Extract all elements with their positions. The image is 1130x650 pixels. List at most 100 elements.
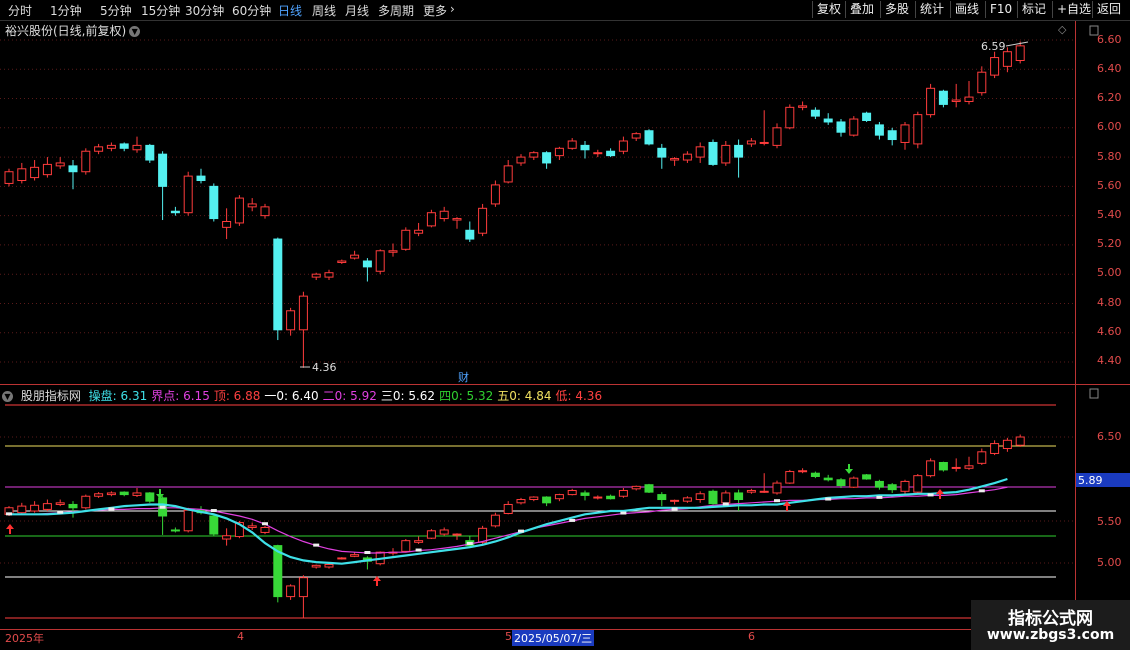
date-month-5: 5 [505, 630, 512, 643]
boundary-marker [364, 551, 371, 555]
buy-arrow-icon [936, 489, 944, 499]
candle-body [657, 147, 667, 158]
candle-body [746, 140, 756, 145]
ind-candle-body [298, 577, 308, 598]
candle-body [158, 153, 168, 187]
ind-candle-body [862, 474, 872, 480]
ind-candle-body [721, 492, 731, 504]
candle-body [465, 229, 475, 240]
ind-candle-body [324, 564, 334, 568]
indicator-name[interactable]: 股朋指标网 [21, 389, 81, 403]
boundary-marker [210, 509, 217, 513]
date-month-6: 6 [748, 630, 755, 643]
candle-body [362, 260, 372, 268]
boundary-marker [620, 511, 627, 515]
boundary-marker [518, 529, 524, 533]
ind-candle-body [30, 504, 40, 512]
price-tick: 4.60 [1097, 325, 1122, 338]
candle-body [247, 203, 257, 208]
candle-body [311, 273, 321, 278]
ind-candle-body [132, 492, 142, 496]
kline-chart[interactable]: 6.59 4.36 财 ◇ 5.89 [0, 0, 1130, 650]
ind-candle-body [209, 515, 219, 535]
finance-marker[interactable]: 财 [458, 370, 469, 384]
date-year: 2025年 [5, 632, 44, 645]
candle-body [273, 238, 283, 331]
candle-body [734, 144, 744, 158]
indicator-toggle-icon[interactable] [1089, 388, 1099, 399]
buy-arrow-icon [6, 524, 14, 534]
ind-candle-body [529, 496, 539, 501]
candle-body [1002, 51, 1012, 67]
candle-body [452, 218, 462, 221]
ind-candle-body [350, 554, 360, 557]
indicator-field: 低: 4.36 [555, 389, 603, 403]
price-tick: 6.00 [1097, 120, 1122, 133]
boundary-marker [313, 543, 320, 547]
boundary-marker [159, 505, 166, 509]
indicator-tick: 5.50 [1097, 515, 1122, 528]
price-tick: 6.20 [1097, 91, 1122, 104]
ind-candle-body [631, 485, 641, 490]
candle-body [17, 168, 27, 182]
watermark-url: www.zbgs3.com [986, 627, 1115, 643]
candle-body [4, 171, 14, 184]
candle-body [350, 254, 360, 259]
ind-candle-body [516, 499, 526, 504]
ind-candle-body [183, 509, 193, 532]
boundary-marker [415, 548, 422, 552]
candle-body [567, 140, 577, 149]
ind-candle-body [670, 499, 680, 502]
candle-body [337, 260, 347, 263]
ind-candle-body [772, 482, 782, 494]
ind-candle-body [106, 492, 116, 496]
boundary-marker [927, 493, 934, 497]
ind-candle-body [887, 484, 897, 491]
ind-candle-body [439, 529, 449, 535]
ind-candle-body [823, 477, 833, 481]
ind-candle-body [490, 514, 500, 527]
candle-body [810, 109, 820, 117]
sell-arrow-icon [845, 464, 853, 474]
ind-candle-body [951, 466, 961, 469]
candle-body [81, 150, 91, 173]
ind-candle-body [426, 530, 436, 539]
candle-body [554, 147, 564, 157]
candle-body [132, 144, 142, 151]
indicator-field: 顶: 6.88 [213, 389, 261, 403]
ind-candle-body [94, 493, 104, 497]
ind-candle-body [874, 480, 884, 488]
candle-body [900, 124, 910, 143]
ind-candle-body [286, 585, 296, 598]
chevron-down-icon[interactable]: ▼ [2, 391, 13, 402]
price-tick: 5.00 [1097, 266, 1122, 279]
ind-candle-body [990, 443, 1000, 454]
diamond-icon[interactable]: ◇ [1058, 23, 1067, 36]
candle-body [849, 118, 859, 136]
candle-body [964, 96, 974, 102]
boundary-marker [466, 541, 473, 545]
ind-candle-body [542, 496, 552, 504]
ind-candle-body [1015, 436, 1025, 446]
ind-candle-body [414, 540, 424, 543]
candle-body [286, 310, 296, 331]
stock-title[interactable]: 裕兴股份(日线,前复权) ▼ [5, 22, 141, 39]
current-value: 5.89 [1078, 474, 1103, 487]
candle-body [990, 57, 1000, 76]
ind-candle-body [554, 494, 564, 500]
candle-body [94, 146, 104, 152]
candle-body [388, 250, 398, 253]
candle-body [695, 146, 705, 158]
candle-body [785, 106, 795, 129]
ind-candle-body [913, 475, 923, 493]
chevron-down-icon[interactable]: ▼ [129, 26, 141, 37]
candle-body [938, 90, 948, 105]
candle-body [106, 144, 116, 149]
indicator-field: 四0: 5.32 [439, 389, 494, 403]
ind-candle-body [311, 564, 321, 568]
price-tick: 4.80 [1097, 296, 1122, 309]
ind-candle-body [401, 540, 411, 552]
ind-candle-body [452, 533, 462, 536]
candle-body [209, 185, 219, 220]
ind-candle-body [977, 451, 987, 464]
